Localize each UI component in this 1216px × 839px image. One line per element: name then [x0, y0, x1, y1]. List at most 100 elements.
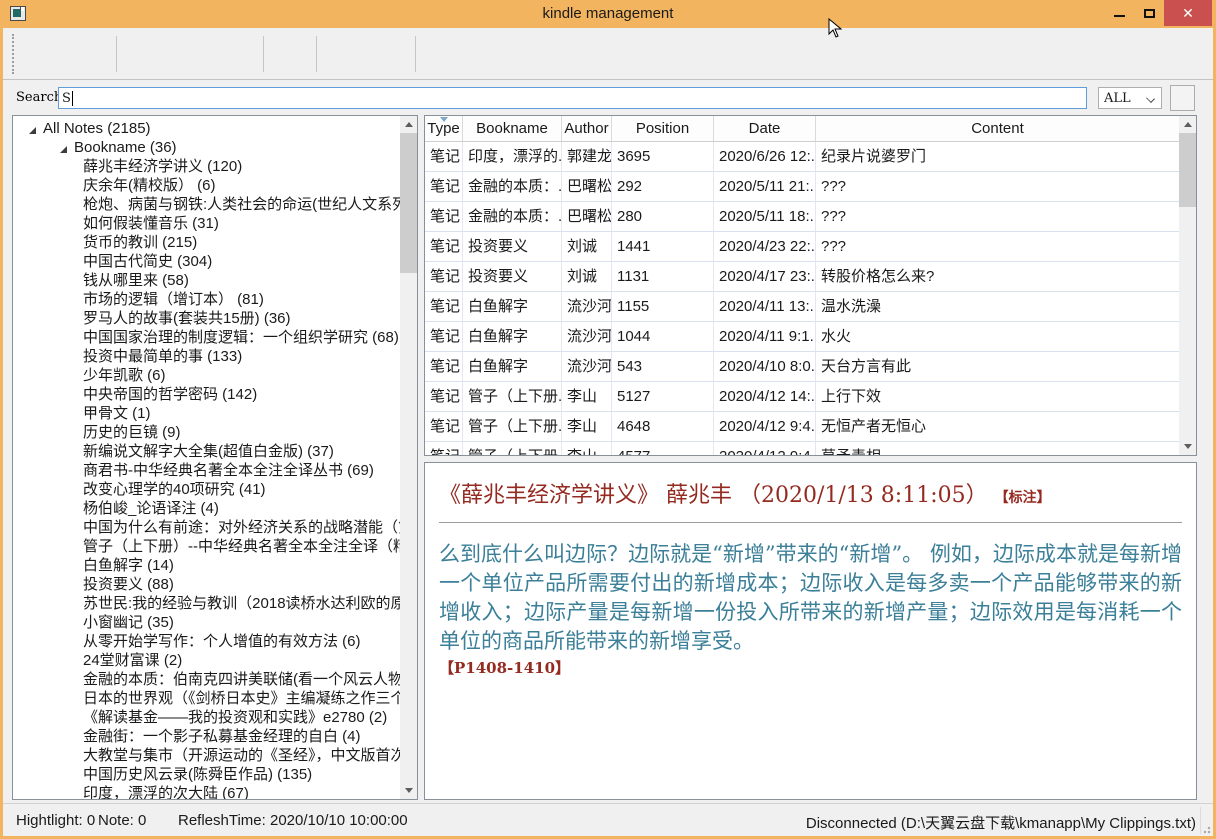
tree-item-book[interactable]: 薛兆丰经济学讲义 (120) [13, 157, 400, 176]
scroll-down-button[interactable] [400, 782, 417, 799]
table-row[interactable]: 笔记 白鱼解字 流沙河 1155 2020/4/11 13:... 温水洗澡 [425, 292, 1179, 322]
column-header-type[interactable]: Type [425, 116, 463, 141]
cell-bookname: 管子（上下册... [463, 412, 562, 442]
tree-item-label: 24堂财富课 (2) [83, 652, 182, 669]
tree-item-label: 投资中最简单的事 (133) [83, 348, 242, 365]
tree-item-book[interactable]: 中央帝国的哲学密码 (142) [13, 385, 400, 404]
tree-item-book[interactable]: 24堂财富课 (2) [13, 651, 400, 670]
table-row[interactable]: 笔记 管子（上下册... 李山 4577 2020/4/12 9:4... 莫予… [425, 442, 1179, 455]
tree-item-book[interactable]: 管子（上下册）--中华经典名著全本全注全译（精） (133) [13, 537, 400, 556]
tree-item-book[interactable]: 《解读基金——我的投资观和实践》e2780 (2) [13, 708, 400, 727]
cell-position: 1155 [612, 292, 714, 322]
minimize-button[interactable] [1104, 0, 1134, 26]
scroll-down-icon [1184, 444, 1192, 449]
table-row[interactable]: 笔记 白鱼解字 流沙河 1044 2020/4/11 9:1... 水火 [425, 322, 1179, 352]
resize-grip-icon[interactable] [1201, 824, 1211, 834]
tree-item-book[interactable]: 大教堂与集市（开源运动的《圣经》，中文版首次出版）... [13, 746, 400, 765]
tree-expand-icon[interactable] [60, 146, 67, 153]
tree-item-label: 小窗幽记 (35) [83, 614, 174, 631]
tree-item-book[interactable]: 中国国家治理的制度逻辑：一个组织学研究 (68) [13, 328, 400, 347]
tree-item-label: Bookname (36) [74, 139, 177, 156]
tree-item-book[interactable]: 甲骨文 (1) [13, 404, 400, 423]
cell-content: ??? [816, 172, 1179, 202]
tree-item-book[interactable]: 钱从哪里来 (58) [13, 271, 400, 290]
search-extra-button[interactable] [1170, 85, 1195, 111]
client-area: Search S ALL All Notes (2185) Bookname (… [3, 28, 1213, 836]
table-row[interactable]: 笔记 投资要义 刘诚 1131 2020/4/17 23:... 转股价格怎么来… [425, 262, 1179, 292]
tree-item-book[interactable]: 白鱼解字 (14) [13, 556, 400, 575]
column-header-position[interactable]: Position [612, 116, 714, 141]
search-input-value: S [62, 91, 71, 106]
tree-expand-icon[interactable] [29, 127, 36, 134]
tree-item-book[interactable]: 改变心理学的40项研究 (41) [13, 480, 400, 499]
tree-item-all-notes[interactable]: All Notes (2185) [13, 119, 400, 138]
table-row[interactable]: 笔记 印度，漂浮的... 郭建龙 3695 2020/6/26 12:... 纪… [425, 142, 1179, 172]
scroll-up-button[interactable] [1179, 116, 1196, 133]
chevron-down-icon [1146, 94, 1155, 103]
column-header-date[interactable]: Date [714, 116, 816, 141]
column-header-author[interactable]: Author [562, 116, 612, 141]
tree-item-label: 《解读基金——我的投资观和实践》e2780 (2) [83, 709, 387, 726]
tree-item-book[interactable]: 投资中最简单的事 (133) [13, 347, 400, 366]
tree-item-book[interactable]: 苏世民:我的经验与教训（2018读桥水达利欧的原则，202... [13, 594, 400, 613]
cell-author: 流沙河 [562, 352, 612, 382]
filter-dropdown[interactable]: ALL [1098, 87, 1162, 109]
tree-item-book[interactable]: 中国古代简史 (304) [13, 252, 400, 271]
tree-item-book[interactable]: 投资要义 (88) [13, 575, 400, 594]
tree-item-label: 金融街：一个影子私募基金经理的自白 (4) [83, 728, 361, 745]
toolbar-grip-icon[interactable] [12, 34, 15, 74]
close-button[interactable]: ✕ [1164, 0, 1212, 26]
column-header-bookname[interactable]: Bookname [463, 116, 562, 141]
tree-item-label: 如何假装懂音乐 (31) [83, 215, 219, 232]
tree-item-book[interactable]: 金融的本质：伯南克四讲美联储(看一个风云人物的金融思... [13, 670, 400, 689]
cell-date: 2020/4/12 9:4... [714, 442, 816, 455]
tree-scrollbar[interactable] [400, 116, 417, 799]
tree-item-book[interactable]: 商君书-中华经典名著全本全注全译丛书 (69) [13, 461, 400, 480]
tree-item-book[interactable]: 如何假装懂音乐 (31) [13, 214, 400, 233]
tree-item-book[interactable]: 金融街：一个影子私募基金经理的自白 (4) [13, 727, 400, 746]
tree-item-book[interactable]: 中国历史风云录(陈舜臣作品) (135) [13, 765, 400, 784]
cell-type: 笔记 [425, 322, 463, 352]
cell-content: 转股价格怎么来? [816, 262, 1179, 292]
cell-date: 2020/4/17 23:... [714, 262, 816, 292]
table-row[interactable]: 笔记 金融的本质：... 巴曙松 292 2020/5/11 21:... ??… [425, 172, 1179, 202]
toolbar-separator [116, 36, 117, 72]
tree-item-book[interactable]: 庆余年(精校版） (6) [13, 176, 400, 195]
scroll-down-button[interactable] [1179, 438, 1196, 455]
cell-position: 280 [612, 202, 714, 232]
table-row[interactable]: 笔记 管子（上下册... 李山 5127 2020/4/12 14:... 上行… [425, 382, 1179, 412]
tree-item-book[interactable]: 历史的巨镜 (9) [13, 423, 400, 442]
tree-item-book[interactable]: 新编说文解字大全集(超值白金版) (37) [13, 442, 400, 461]
table-row[interactable]: 笔记 管子（上下册... 李山 4648 2020/4/12 9:4... 无恒… [425, 412, 1179, 442]
cell-author: 刘诚 [562, 232, 612, 262]
tree-item-book[interactable]: 日本的世界观（《剑桥日本史》主编凝练之作三个人物故... [13, 689, 400, 708]
status-note-count: Note: 0 [98, 812, 146, 829]
tree-item-book[interactable]: 枪炮、病菌与钢铁:人类社会的命运(世纪人文系列丛书·开... [13, 195, 400, 214]
tree-item-book[interactable]: 杨伯峻_论语译注 (4) [13, 499, 400, 518]
tree-item-book[interactable]: 印度，漂浮的次大陆 (67) [13, 784, 400, 800]
cell-content: 上行下效 [816, 382, 1179, 412]
tree-item-bookname[interactable]: Bookname (36) [13, 138, 400, 157]
tree-item-book[interactable]: 货币的教训 (215) [13, 233, 400, 252]
table-row[interactable]: 笔记 金融的本质：... 巴曙松 280 2020/5/11 18:... ??… [425, 202, 1179, 232]
column-header-content[interactable]: Content [816, 116, 1179, 141]
titlebar[interactable]: kindle management ✕ [0, 0, 1216, 28]
scrollbar-thumb[interactable] [1179, 133, 1196, 207]
cell-position: 4648 [612, 412, 714, 442]
table-row[interactable]: 笔记 白鱼解字 流沙河 543 2020/4/10 8:0... 天台方言有此 [425, 352, 1179, 382]
scrollbar-thumb[interactable] [400, 133, 417, 273]
cell-position: 3695 [612, 142, 714, 172]
tree-item-book[interactable]: 小窗幽记 (35) [13, 613, 400, 632]
table-scrollbar[interactable] [1179, 116, 1196, 455]
search-input[interactable]: S [58, 87, 1087, 109]
scroll-up-button[interactable] [400, 116, 417, 133]
tree-item-book[interactable]: 中国为什么有前途：对外经济关系的战略潜能（第3版） (... [13, 518, 400, 537]
maximize-button[interactable] [1134, 0, 1164, 26]
tree-item-book[interactable]: 少年凯歌 (6) [13, 366, 400, 385]
cell-author: 李山 [562, 442, 612, 455]
statusbar: Hightlight: 0 Note: 0 RefleshTime: 2020/… [3, 803, 1213, 836]
table-row[interactable]: 笔记 投资要义 刘诚 1441 2020/4/23 22:... ??? [425, 232, 1179, 262]
tree-item-book[interactable]: 从零开始学写作：个人增值的有效方法 (6) [13, 632, 400, 651]
tree-item-book[interactable]: 罗马人的故事(套装共15册) (36) [13, 309, 400, 328]
tree-item-book[interactable]: 市场的逻辑（增订本） (81) [13, 290, 400, 309]
